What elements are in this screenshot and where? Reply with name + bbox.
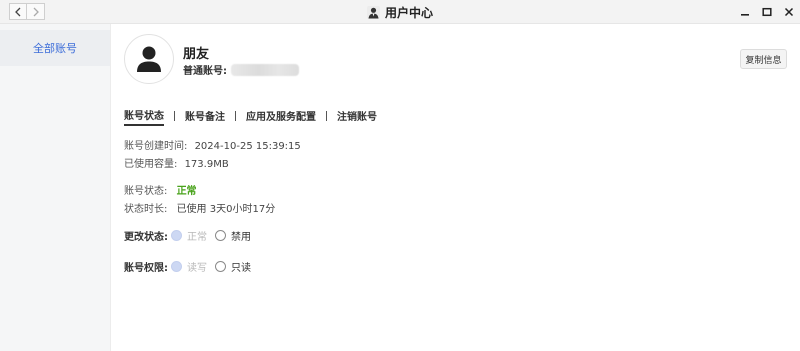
tab-account-notes[interactable]: 账号备注 <box>185 108 225 125</box>
permissions-label: 账号权限: <box>124 263 168 274</box>
status-badge: 正常 <box>176 186 197 197</box>
duration-row: 状态时长: 已使用 3天0小时17分 <box>124 200 275 215</box>
permission-read-write-radio[interactable]: 读写 <box>171 259 207 274</box>
usage-row: 已使用容量: 173.9MB <box>124 155 229 170</box>
change-status-label: 更改状态: <box>124 232 168 243</box>
permissions-field: 账号权限: 读写 只读 <box>124 259 259 274</box>
maximize-icon <box>762 7 772 17</box>
permission-read-only-radio[interactable]: 只读 <box>215 259 251 274</box>
user-name: 朋友 <box>183 47 210 62</box>
radio-checked-icon <box>171 230 182 241</box>
usage-value: 173.9MB <box>184 159 229 170</box>
tab-deactivate-account[interactable]: 注销账号 <box>337 108 377 125</box>
back-button[interactable] <box>9 3 27 20</box>
forward-button[interactable] <box>27 3 45 20</box>
created-time-label: 账号创建时间: <box>124 141 188 152</box>
radio-unchecked-icon <box>215 261 226 272</box>
tab-bar: 账号状态 账号备注 应用及服务配置 注销账号 <box>124 107 377 126</box>
minimize-button[interactable] <box>734 0 756 24</box>
radio-label: 正常 <box>187 232 207 243</box>
tab-divider <box>235 111 236 121</box>
close-button[interactable] <box>778 0 800 24</box>
account-type-label: 普通账号: <box>183 66 227 77</box>
radio-label: 禁用 <box>231 232 251 243</box>
change-status-field: 更改状态: 正常 禁用 <box>124 228 259 243</box>
tab-divider <box>174 111 175 121</box>
main-panel: 朋友 普通账号: 复制信息 账号状态 账号备注 应用及服务配置 注销账号 账号创… <box>111 24 800 351</box>
radio-unchecked-icon <box>215 230 226 241</box>
nav-buttons <box>9 3 45 20</box>
radio-label: 只读 <box>231 263 251 274</box>
status-label: 账号状态: <box>124 186 168 197</box>
status-disabled-radio[interactable]: 禁用 <box>215 228 251 243</box>
status-normal-radio[interactable]: 正常 <box>171 228 207 243</box>
created-time-value: 2024-10-25 15:39:15 <box>194 141 301 152</box>
duration-label: 状态时长: <box>124 204 168 215</box>
tab-divider <box>326 111 327 121</box>
title-bar: 用户中心 <box>0 0 800 24</box>
chevron-right-icon <box>33 7 39 16</box>
user-icon <box>137 46 161 72</box>
usage-label: 已使用容量: <box>124 159 178 170</box>
sidebar-item-label: 全部账号 <box>33 42 77 55</box>
sidebar-item-all-accounts[interactable]: 全部账号 <box>0 30 110 66</box>
window-title: 用户中心 <box>384 5 433 20</box>
tab-app-service-config[interactable]: 应用及服务配置 <box>246 108 316 125</box>
close-icon <box>784 7 794 17</box>
radio-checked-icon <box>171 261 182 272</box>
radio-label: 读写 <box>187 263 207 274</box>
account-id-blurred <box>231 63 299 76</box>
sidebar: 全部账号 <box>0 24 111 351</box>
tab-account-status[interactable]: 账号状态 <box>124 107 164 126</box>
created-time-row: 账号创建时间: 2024-10-25 15:39:15 <box>124 137 301 152</box>
avatar <box>124 34 174 84</box>
minimize-icon <box>741 14 749 16</box>
duration-value: 已使用 3天0小时17分 <box>176 204 276 215</box>
chevron-left-icon <box>15 7 21 16</box>
status-row: 账号状态: 正常 <box>124 182 197 197</box>
window-controls <box>734 0 800 24</box>
copy-info-button[interactable]: 复制信息 <box>740 49 787 69</box>
user-center-app-icon <box>366 5 380 19</box>
maximize-button[interactable] <box>756 0 778 24</box>
account-row: 普通账号: <box>183 62 299 77</box>
